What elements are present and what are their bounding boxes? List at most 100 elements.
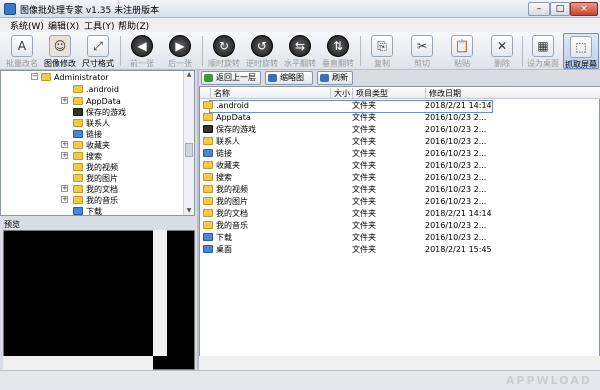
file-row[interactable]: 我的音乐 文件夹 2016/10/23 2... (200, 220, 600, 232)
thumbnail-icon (268, 74, 277, 82)
tree-item-links[interactable]: 链接 (73, 129, 102, 140)
status-bar: APPWLOAD (0, 370, 600, 390)
folder-icon (41, 73, 51, 81)
file-row[interactable]: 搜索 文件夹 2016/10/23 2... (200, 172, 600, 184)
thumbnail-view-button[interactable]: 缩略图 (265, 71, 313, 85)
delete-button[interactable]: ✕ 删除 (484, 33, 520, 69)
refresh-button[interactable]: 刷新 (317, 71, 353, 85)
file-row[interactable]: 我的视频 文件夹 2016/10/23 2... (200, 184, 600, 196)
rotate-ccw-button[interactable]: ↺ 逆时旋转 (244, 33, 280, 69)
file-row[interactable]: 下载 文件夹 2016/10/23 2... (200, 232, 600, 244)
file-row[interactable]: 收藏夹 文件夹 2016/10/23 2... (200, 160, 600, 172)
menu-edit[interactable]: 编辑(X) (48, 19, 79, 32)
menu-bar: 系统(W) 编辑(X) 工具(Y) 帮助(Z) (0, 18, 600, 32)
tree-item-downloads[interactable]: 下载 (73, 206, 102, 215)
rotate-cw-button[interactable]: ↻ 顺时旋转 (206, 33, 242, 69)
toolbar-separator (522, 36, 523, 66)
scrollbar-thumb[interactable] (185, 143, 193, 157)
documents-icon (73, 185, 83, 193)
flip-vertical-button[interactable]: ⇅ 垂直翻转 (320, 33, 356, 69)
flip-horizontal-button[interactable]: ⇆ 水平翻转 (282, 33, 318, 69)
file-row[interactable]: 我的图片 文件夹 2016/10/23 2... (200, 196, 600, 208)
cut-icon: ✂ (411, 35, 433, 57)
file-row[interactable]: AppData 文件夹 2016/10/23 2... (200, 112, 600, 124)
tree-item-contacts[interactable]: 联系人 (73, 118, 110, 129)
column-date[interactable]: 修改日期 (425, 88, 515, 99)
refresh-icon (320, 74, 329, 82)
pictures-icon (73, 174, 83, 182)
favorites-icon (203, 161, 213, 169)
expand-icon[interactable]: + (61, 185, 68, 192)
expand-icon[interactable]: + (61, 152, 68, 159)
tree-item-search[interactable]: + 搜索 (61, 151, 102, 162)
prev-image-button[interactable]: ◀ 前一张 (124, 33, 160, 69)
contacts-icon (73, 119, 83, 127)
file-row[interactable]: 我的文档 文件夹 2018/2/21 14:14 (200, 208, 600, 220)
minimize-button[interactable]: – (528, 2, 550, 16)
batch-rename-button[interactable]: A 批量改名 (4, 33, 40, 69)
tree-item-documents[interactable]: + 我的文档 (61, 184, 118, 195)
menu-tools[interactable]: 工具(Y) (84, 19, 115, 32)
folder-icon (203, 101, 213, 109)
tree-scrollbar[interactable]: ▲ ▼ (183, 71, 194, 215)
tree-item-pictures[interactable]: 我的图片 (73, 173, 118, 184)
file-row[interactable]: 保存的游戏 文件夹 2016/10/23 2... (200, 124, 600, 136)
tree-item-saved-games[interactable]: 保存的游戏 (73, 107, 126, 118)
documents-icon (203, 209, 213, 217)
file-row[interactable]: 桌面 文件夹 2018/2/21 15:45 (200, 244, 600, 256)
tree-item-favorites[interactable]: + 收藏夹 (61, 140, 110, 151)
paste-button[interactable]: 📋 粘贴 (444, 33, 480, 69)
collapse-icon[interactable]: − (31, 73, 38, 80)
prev-icon: ◀ (131, 35, 153, 57)
up-arrow-icon (204, 74, 213, 82)
file-row[interactable]: .android 文件夹 2018/2/21 14:14 (200, 100, 600, 112)
column-type[interactable]: 项目类型 (352, 88, 425, 99)
folder-icon (73, 97, 83, 105)
tree-item-appdata[interactable]: + AppData (61, 96, 121, 107)
rotate-ccw-icon: ↺ (251, 35, 273, 57)
tree-item-music[interactable]: + 我的音乐 (61, 195, 118, 206)
file-row[interactable]: 链接 文件夹 2016/10/23 2... (200, 148, 600, 160)
scroll-up-icon[interactable]: ▲ (185, 71, 193, 80)
preview-label: 预览 (4, 220, 20, 229)
cut-button[interactable]: ✂ 剪切 (404, 33, 440, 69)
set-wallpaper-button[interactable]: ▦ 设为桌面 (525, 33, 561, 69)
expand-icon[interactable]: + (61, 196, 68, 203)
close-button[interactable]: × (570, 2, 598, 16)
capture-screen-button[interactable]: ⬚ 抓取屏幕 (563, 33, 599, 69)
column-size[interactable]: 大小 (330, 88, 352, 99)
rotate-cw-icon: ↻ (213, 35, 235, 57)
expand-icon[interactable]: + (61, 97, 68, 104)
music-icon (203, 221, 213, 229)
expand-icon[interactable]: + (61, 141, 68, 148)
maximize-button[interactable]: □ (550, 2, 570, 16)
tree-item-android[interactable]: .android (73, 84, 119, 95)
tree-item-administrator[interactable]: − Administrator (31, 72, 109, 83)
file-list-hscrollbar[interactable] (199, 356, 600, 370)
links-icon (73, 130, 83, 138)
menu-help[interactable]: 帮助(Z) (118, 19, 149, 32)
scroll-down-icon[interactable]: ▼ (185, 207, 193, 215)
next-image-button[interactable]: ▶ 后一张 (162, 33, 198, 69)
favorites-icon (73, 141, 83, 149)
rename-icon: A (11, 35, 33, 57)
tree-item-videos[interactable]: 我的视频 (73, 162, 118, 173)
column-name[interactable]: 名称 (210, 88, 330, 99)
wallpaper-icon: ▦ (532, 35, 554, 57)
file-list[interactable]: 名称 大小 项目类型 修改日期 .android 文件夹 2018/2/21 14:… (199, 86, 600, 370)
size-format-button[interactable]: ⤢ 尺寸格式 (80, 33, 116, 69)
folder-tree[interactable]: − Administrator .android + AppData 保存的游戏 联… (0, 70, 195, 216)
watermark: APPWLOAD (505, 374, 592, 387)
menu-system[interactable]: 系统(W) (10, 19, 44, 32)
image-edit-button[interactable]: ☺ 图像修改 (42, 33, 78, 69)
file-row[interactable]: 联系人 文件夹 2016/10/23 2... (200, 136, 600, 148)
search-folder-icon (73, 152, 83, 160)
folder-icon (73, 85, 83, 93)
folder-icon (203, 113, 213, 121)
preview-hscrollbar[interactable] (3, 356, 153, 370)
copy-button[interactable]: ⎘ 复制 (364, 33, 400, 69)
go-up-button[interactable]: 返回上一层 (201, 71, 261, 85)
delete-icon: ✕ (491, 35, 513, 57)
saved-games-icon (203, 125, 213, 133)
preview-scrollbar[interactable] (153, 230, 167, 356)
